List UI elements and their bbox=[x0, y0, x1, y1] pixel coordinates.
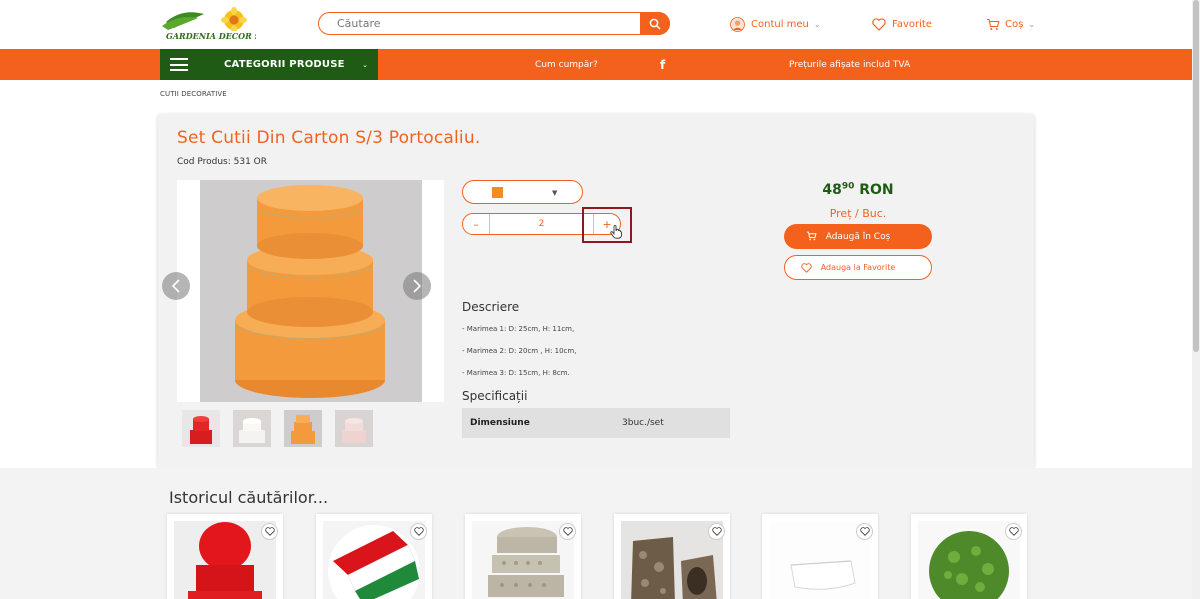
account-menu[interactable]: Contul meu ⌄ bbox=[730, 16, 821, 32]
vat-note: Prețurile afișate includ TVA bbox=[789, 59, 911, 70]
search-bar bbox=[318, 12, 670, 35]
site-header: GARDENIA DECOR SRL Contul meu ⌄ Favorite bbox=[0, 0, 1200, 48]
thumbnail-pink[interactable] bbox=[335, 410, 373, 447]
add-to-cart-label: Adaugă în Coș bbox=[825, 231, 891, 242]
heart-icon bbox=[801, 263, 812, 273]
cart-link[interactable]: Coș ⌄ bbox=[986, 16, 1035, 32]
cart-label: Coș bbox=[1005, 18, 1024, 30]
price-unit: Preț / Buc. bbox=[829, 207, 887, 220]
nav-bar: CATEGORII PRODUSE ⌄ Cum cumpăr? f Prețur… bbox=[0, 49, 1192, 80]
scrollbar-thumb[interactable] bbox=[1193, 0, 1199, 352]
search-history-section: Istoricul căutărilor... bbox=[0, 468, 1192, 599]
user-avatar-icon bbox=[730, 16, 745, 32]
chevron-down-icon: ⌄ bbox=[1028, 19, 1036, 29]
heart-icon bbox=[264, 527, 275, 536]
page-scrollbar[interactable] bbox=[1192, 0, 1200, 599]
history-item[interactable] bbox=[465, 514, 581, 599]
site-logo[interactable]: GARDENIA DECOR SRL bbox=[160, 6, 273, 42]
color-swatch bbox=[492, 186, 503, 198]
description-title: Descriere bbox=[462, 300, 520, 314]
description-line: - Marimea 3: D: 15cm, H: 8cm. bbox=[462, 369, 570, 377]
product-gallery bbox=[162, 180, 444, 402]
gallery-prev-button[interactable] bbox=[162, 272, 190, 300]
history-item[interactable] bbox=[911, 514, 1027, 599]
breadcrumb[interactable]: CUTII DECORATIVE bbox=[160, 90, 227, 98]
description-line: - Marimea 2: D: 20cm , H: 10cm, bbox=[462, 347, 577, 355]
account-label: Contul meu bbox=[751, 18, 809, 30]
product-price: 4890 RON bbox=[784, 182, 932, 198]
heart-icon bbox=[872, 17, 886, 31]
heart-icon bbox=[562, 527, 573, 536]
gallery-next-button[interactable] bbox=[403, 272, 431, 300]
thumbnail-white[interactable] bbox=[233, 410, 271, 447]
thumbnail-orange[interactable] bbox=[284, 410, 322, 447]
chevron-right-icon bbox=[413, 279, 422, 293]
history-item[interactable] bbox=[167, 514, 283, 599]
highlight-box bbox=[582, 207, 632, 243]
chevron-left-icon bbox=[171, 279, 180, 293]
color-variant-select[interactable]: ▼ bbox=[462, 180, 583, 204]
history-favorite-button[interactable] bbox=[559, 523, 576, 540]
heart-icon bbox=[859, 527, 870, 536]
chevron-down-icon: ⌄ bbox=[813, 19, 821, 29]
hand-cursor-icon bbox=[610, 225, 622, 239]
quantity-input[interactable]: 2 bbox=[489, 214, 594, 234]
how-to-buy-link[interactable]: Cum cumpăr? bbox=[535, 49, 598, 80]
svg-text:GARDENIA DECOR SRL: GARDENIA DECOR SRL bbox=[166, 31, 256, 41]
price-currency: RON bbox=[859, 182, 894, 198]
cart-icon bbox=[806, 231, 817, 241]
search-input[interactable] bbox=[319, 13, 640, 34]
categories-menu-button[interactable]: CATEGORII PRODUSE ⌄ bbox=[160, 49, 378, 80]
favorites-link[interactable]: Favorite bbox=[872, 16, 932, 32]
search-icon bbox=[649, 18, 661, 30]
categories-label: CATEGORII PRODUSE bbox=[224, 59, 345, 70]
history-favorite-button[interactable] bbox=[708, 523, 725, 540]
heart-icon bbox=[413, 527, 424, 536]
spec-row: Dimensiune 3buc./set bbox=[462, 408, 730, 438]
spec-key: Dimensiune bbox=[470, 418, 530, 428]
heart-icon bbox=[1008, 527, 1019, 536]
price-decimal: 90 bbox=[841, 181, 855, 192]
add-to-cart-button[interactable]: Adaugă în Coș bbox=[784, 224, 932, 249]
specifications-title: Specificații bbox=[462, 389, 528, 403]
heart-icon bbox=[711, 527, 722, 536]
hamburger-icon bbox=[170, 58, 188, 71]
chevron-down-icon: ⌄ bbox=[362, 60, 368, 69]
quantity-decrease-button[interactable]: – bbox=[463, 214, 489, 234]
search-button[interactable] bbox=[640, 12, 670, 35]
history-favorite-button[interactable] bbox=[261, 523, 278, 540]
history-item[interactable] bbox=[316, 514, 432, 599]
facebook-icon[interactable]: f bbox=[660, 49, 665, 80]
history-favorite-button[interactable] bbox=[1005, 523, 1022, 540]
thumbnail-red[interactable] bbox=[182, 410, 220, 447]
history-item[interactable] bbox=[762, 514, 878, 599]
add-to-favorites-label: Adauga la Favorite bbox=[820, 263, 896, 272]
favorites-label: Favorite bbox=[892, 18, 932, 30]
history-title: Istoricul căutărilor... bbox=[169, 488, 329, 507]
cart-icon bbox=[987, 18, 1000, 30]
product-title: Set Cutii Din Carton S/3 Portocaliu. bbox=[177, 128, 481, 148]
description-line: - Marimea 1: D: 25cm, H: 11cm, bbox=[462, 325, 575, 333]
add-to-favorites-button[interactable]: Adauga la Favorite bbox=[784, 255, 932, 280]
spec-value: 3buc./set bbox=[622, 418, 664, 428]
history-item[interactable] bbox=[614, 514, 730, 599]
price-integer: 48 bbox=[822, 182, 842, 198]
product-main-image[interactable] bbox=[200, 180, 422, 402]
thumbnail-strip bbox=[182, 410, 386, 447]
history-favorite-button[interactable] bbox=[856, 523, 873, 540]
history-favorite-button[interactable] bbox=[410, 523, 427, 540]
caret-down-icon: ▼ bbox=[552, 189, 558, 197]
product-code: Cod Produs: 531 OR bbox=[177, 157, 268, 167]
product-card: Set Cutii Din Carton S/3 Portocaliu. Cod… bbox=[158, 114, 1034, 468]
